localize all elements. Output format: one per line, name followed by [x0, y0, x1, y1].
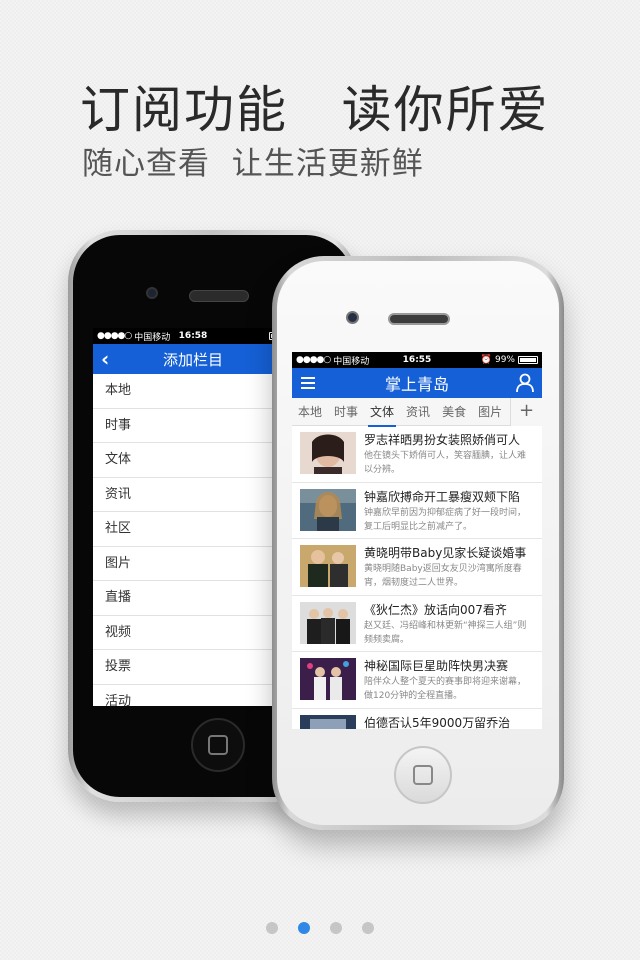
pagination-dots	[0, 922, 640, 934]
subline: 随心查看 让生活更新鲜	[82, 146, 424, 182]
nav-title: 掌上青岛	[384, 375, 449, 394]
news-title: 《狄仁杰》放话向007看齐	[364, 602, 507, 617]
carrier-label: 中国移动	[134, 332, 171, 343]
news-thumbnail	[300, 488, 356, 531]
tab-culture-sports[interactable]: 文体	[364, 398, 400, 427]
news-thumbnail	[300, 601, 356, 644]
speaker-grille	[189, 290, 249, 302]
signal-icon: ●●●●○	[296, 355, 331, 365]
tab-current-affairs[interactable]: 时事	[328, 398, 364, 426]
channel-item[interactable]: 图片	[93, 547, 293, 581]
nav-bar: 掌上青岛	[292, 368, 542, 398]
news-item[interactable]: 《狄仁杰》放话向007看齐 赵又廷、冯绍峰和林更新“神探三人组”则 频频卖腐。	[292, 596, 542, 652]
news-item[interactable]: 伯德否认5年9000万留乔治	[292, 709, 542, 730]
news-thumbnail	[300, 545, 356, 587]
news-thumbnail	[300, 714, 356, 729]
page-dot[interactable]	[266, 922, 278, 934]
news-item[interactable]: 黄晓明带Baby见家长疑谈婚事 黄晓明随Baby返回女友贝沙湾寓所度春 宵，烟韧…	[292, 539, 542, 596]
news-desc: 钟嘉欣早前因为抑郁症病了好一段时间，	[364, 507, 527, 518]
camera-icon	[346, 311, 359, 324]
nav-bar: ‹ 添加栏目	[93, 344, 293, 374]
news-thumbnail	[300, 658, 356, 700]
nav-title: 添加栏目	[162, 350, 223, 369]
news-desc: 频频卖腐。	[364, 634, 410, 645]
signal-icon: ●●●●○	[97, 331, 132, 341]
battery-icon	[518, 356, 538, 364]
news-desc: 他在镜头下娇俏可人，笑容腼腆，让人难	[364, 451, 527, 461]
news-desc: 陪伴众人整个夏天的赛事即将迎来谢幕，	[364, 677, 527, 687]
news-item[interactable]: 罗志祥晒男扮女装照娇俏可人 他在镜头下娇俏可人，笑容腼腆，让人难 以分辨。	[292, 426, 542, 483]
phone-white: ●●●●○ 中国移动 16:55 ⏰ 99% 掌上青岛 本地 时事 文体 资讯 …	[272, 256, 564, 830]
channel-item[interactable]: 文体	[93, 443, 293, 478]
news-desc: 赵又廷、冯绍峰和林更新“神探三人组”则	[364, 620, 527, 631]
add-channel-screen: ●●●●○ 中国移动 16:58 ‹ 添加栏目 本地 时事 文体 资讯 社区 图…	[93, 328, 293, 706]
news-item[interactable]: 钟嘉欣搏命开工暴瘦双颊下陷 钟嘉欣早前因为抑郁症病了好一段时间， 复工后明显比之…	[292, 483, 542, 539]
news-desc: 以分辨。	[364, 465, 401, 475]
channel-item[interactable]: 资讯	[93, 478, 293, 512]
channel-item[interactable]: 时事	[93, 409, 293, 443]
user-icon[interactable]	[516, 373, 534, 393]
channel-list: 本地 时事 文体 资讯 社区 图片 直播 视频 投票 活动	[93, 374, 293, 706]
status-time: 16:58	[178, 331, 208, 341]
alarm-icon: ⏰	[480, 355, 492, 365]
tab-food[interactable]: 美食	[436, 398, 472, 426]
news-title: 神秘国际巨星助阵快男决赛	[364, 659, 509, 673]
page-dot[interactable]	[362, 922, 374, 934]
back-chevron-icon[interactable]: ‹	[101, 347, 109, 371]
menu-icon[interactable]	[301, 377, 315, 389]
news-desc: 黄晓明随Baby返回女友贝沙湾寓所度春	[364, 564, 522, 574]
camera-icon	[146, 287, 158, 299]
battery-percent: 99%	[494, 355, 515, 365]
news-title: 钟嘉欣搏命开工暴瘦双颊下陷	[364, 489, 521, 504]
news-desc: 复工后明显比之前减产了。	[364, 521, 473, 532]
news-desc: 宵，烟韧度过二人世界。	[364, 578, 464, 588]
news-thumbnail	[300, 432, 356, 474]
add-tab-button[interactable]: +	[510, 398, 542, 426]
channel-item[interactable]: 视频	[93, 616, 293, 650]
status-bar: ●●●●○ 中国移动 16:58	[93, 328, 293, 344]
home-square-icon	[413, 765, 433, 785]
news-screen: ●●●●○ 中国移动 16:55 ⏰ 99% 掌上青岛 本地 时事 文体 资讯 …	[292, 352, 542, 729]
channel-item[interactable]: 活动	[93, 685, 293, 707]
speaker-grille	[388, 313, 450, 325]
news-title: 罗志祥晒男扮女装照娇俏可人	[364, 433, 521, 447]
tab-local[interactable]: 本地	[292, 398, 328, 426]
channel-item[interactable]: 本地	[93, 374, 293, 409]
news-item[interactable]: 神秘国际巨星助阵快男决赛 陪伴众人整个夏天的赛事即将迎来谢幕， 做120分钟的全…	[292, 652, 542, 709]
tab-info[interactable]: 资讯	[400, 398, 436, 426]
news-desc: 做120分钟的全程直播。	[364, 691, 463, 701]
channel-item[interactable]: 直播	[93, 581, 293, 616]
status-bar: ●●●●○ 中国移动 16:55 ⏰ 99%	[292, 352, 542, 368]
page-dot-active[interactable]	[298, 922, 310, 934]
page-dot[interactable]	[330, 922, 342, 934]
channel-item[interactable]: 投票	[93, 650, 293, 685]
carrier-label: 中国移动	[333, 356, 370, 367]
status-time: 16:55	[402, 355, 432, 365]
news-title: 伯德否认5年9000万留乔治	[364, 715, 511, 730]
headline: 订阅功能 读你所爱	[80, 81, 550, 139]
category-tabs: 本地 时事 文体 资讯 美食 图片 +	[292, 398, 542, 427]
news-title: 黄晓明带Baby见家长疑谈婚事	[364, 546, 527, 560]
channel-item[interactable]: 社区	[93, 512, 293, 547]
home-square-icon	[208, 735, 228, 755]
tab-pictures[interactable]: 图片	[472, 398, 508, 426]
